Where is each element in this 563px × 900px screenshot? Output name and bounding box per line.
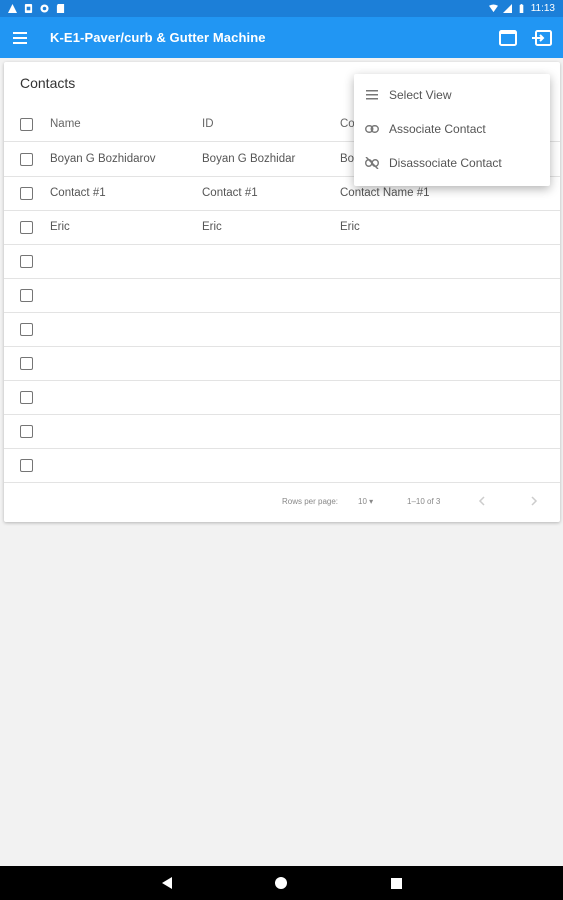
row-checkbox[interactable]	[20, 289, 33, 302]
rows-per-page-label: Rows per page:	[282, 497, 339, 506]
row-checkbox[interactable]	[20, 357, 33, 370]
exit-icon	[532, 29, 552, 46]
contacts-actions-menu: Select View Associate Contact Disassocia…	[354, 74, 550, 186]
cell-contact: Bo	[340, 153, 355, 165]
row-checkbox[interactable]	[20, 187, 33, 200]
status-bar: 11:13	[0, 0, 563, 17]
back-triangle-icon	[162, 877, 172, 889]
column-header-contact[interactable]: Co	[340, 118, 355, 130]
select-all-checkbox[interactable]	[20, 118, 33, 131]
back-button[interactable]	[159, 875, 175, 891]
row-checkbox[interactable]	[20, 459, 33, 472]
table-pagination: Rows per page: 10 ▾ 1–10 of 3	[4, 482, 560, 522]
hamburger-menu-icon	[13, 31, 27, 44]
logout-button[interactable]	[529, 25, 555, 51]
table-row[interactable]	[4, 279, 560, 313]
previous-page-icon[interactable]	[474, 493, 490, 509]
unlink-icon	[365, 156, 379, 170]
window-button[interactable]	[495, 25, 521, 51]
signal-icon	[502, 4, 512, 13]
table-row[interactable]	[4, 245, 560, 279]
menu-item-label: Select View	[389, 88, 452, 102]
rows-per-page-select[interactable]: 10 ▾	[358, 497, 373, 506]
menu-item-label: Disassociate Contact	[389, 156, 502, 170]
cell-id: Eric	[202, 221, 222, 233]
table-row[interactable]	[4, 381, 560, 415]
column-header-name[interactable]: Name	[50, 118, 81, 130]
menu-button[interactable]	[0, 17, 40, 58]
cell-name: Contact #1	[50, 187, 106, 199]
rows-per-page-value: 10	[358, 497, 367, 506]
cell-name: Eric	[50, 221, 70, 233]
row-checkbox[interactable]	[20, 391, 33, 404]
sd-card-icon	[56, 4, 65, 13]
cell-id: Contact #1	[202, 187, 258, 199]
dropdown-arrow-icon: ▾	[369, 497, 374, 506]
pagination-range: 1–10 of 3	[407, 497, 441, 506]
cell-contact: Contact Name #1	[340, 187, 430, 199]
menu-item-label: Associate Contact	[389, 122, 486, 136]
next-page-icon[interactable]	[526, 493, 542, 509]
window-icon	[499, 29, 517, 46]
card-title: Contacts	[20, 75, 76, 91]
app-bar: K-E1-Paver/curb & Gutter Machine	[0, 17, 563, 58]
battery-icon	[519, 4, 524, 13]
cell-id: Boyan G Bozhidar	[202, 153, 296, 165]
cell-name: Boyan G Bozhidarov	[50, 153, 156, 165]
sim-card-icon	[24, 4, 33, 13]
table-row[interactable]	[4, 313, 560, 347]
recents-button[interactable]	[388, 875, 404, 891]
row-checkbox[interactable]	[20, 425, 33, 438]
status-time: 11:13	[530, 3, 555, 14]
table-row[interactable]	[4, 449, 560, 483]
home-circle-icon	[275, 877, 287, 889]
row-checkbox[interactable]	[20, 221, 33, 234]
recents-square-icon	[390, 877, 402, 889]
table-row[interactable]	[4, 415, 560, 449]
wifi-icon	[488, 4, 498, 13]
menu-item-disassociate-contact[interactable]: Disassociate Contact	[354, 146, 550, 180]
home-button[interactable]	[273, 875, 289, 891]
warning-icon	[8, 4, 17, 13]
column-header-id[interactable]: ID	[202, 118, 214, 130]
system-navigation-bar	[0, 866, 563, 900]
link-icon	[365, 122, 379, 136]
table-row[interactable]: Eric Eric Eric	[4, 211, 560, 245]
menu-item-associate-contact[interactable]: Associate Contact	[354, 112, 550, 146]
app-title: K-E1-Paver/curb & Gutter Machine	[50, 30, 266, 45]
sync-icon	[40, 4, 49, 13]
menu-item-select-view[interactable]: Select View	[354, 78, 550, 112]
row-checkbox[interactable]	[20, 153, 33, 166]
row-checkbox[interactable]	[20, 255, 33, 268]
cell-contact: Eric	[340, 221, 360, 233]
row-checkbox[interactable]	[20, 323, 33, 336]
list-icon	[365, 88, 379, 102]
table-row[interactable]	[4, 347, 560, 381]
